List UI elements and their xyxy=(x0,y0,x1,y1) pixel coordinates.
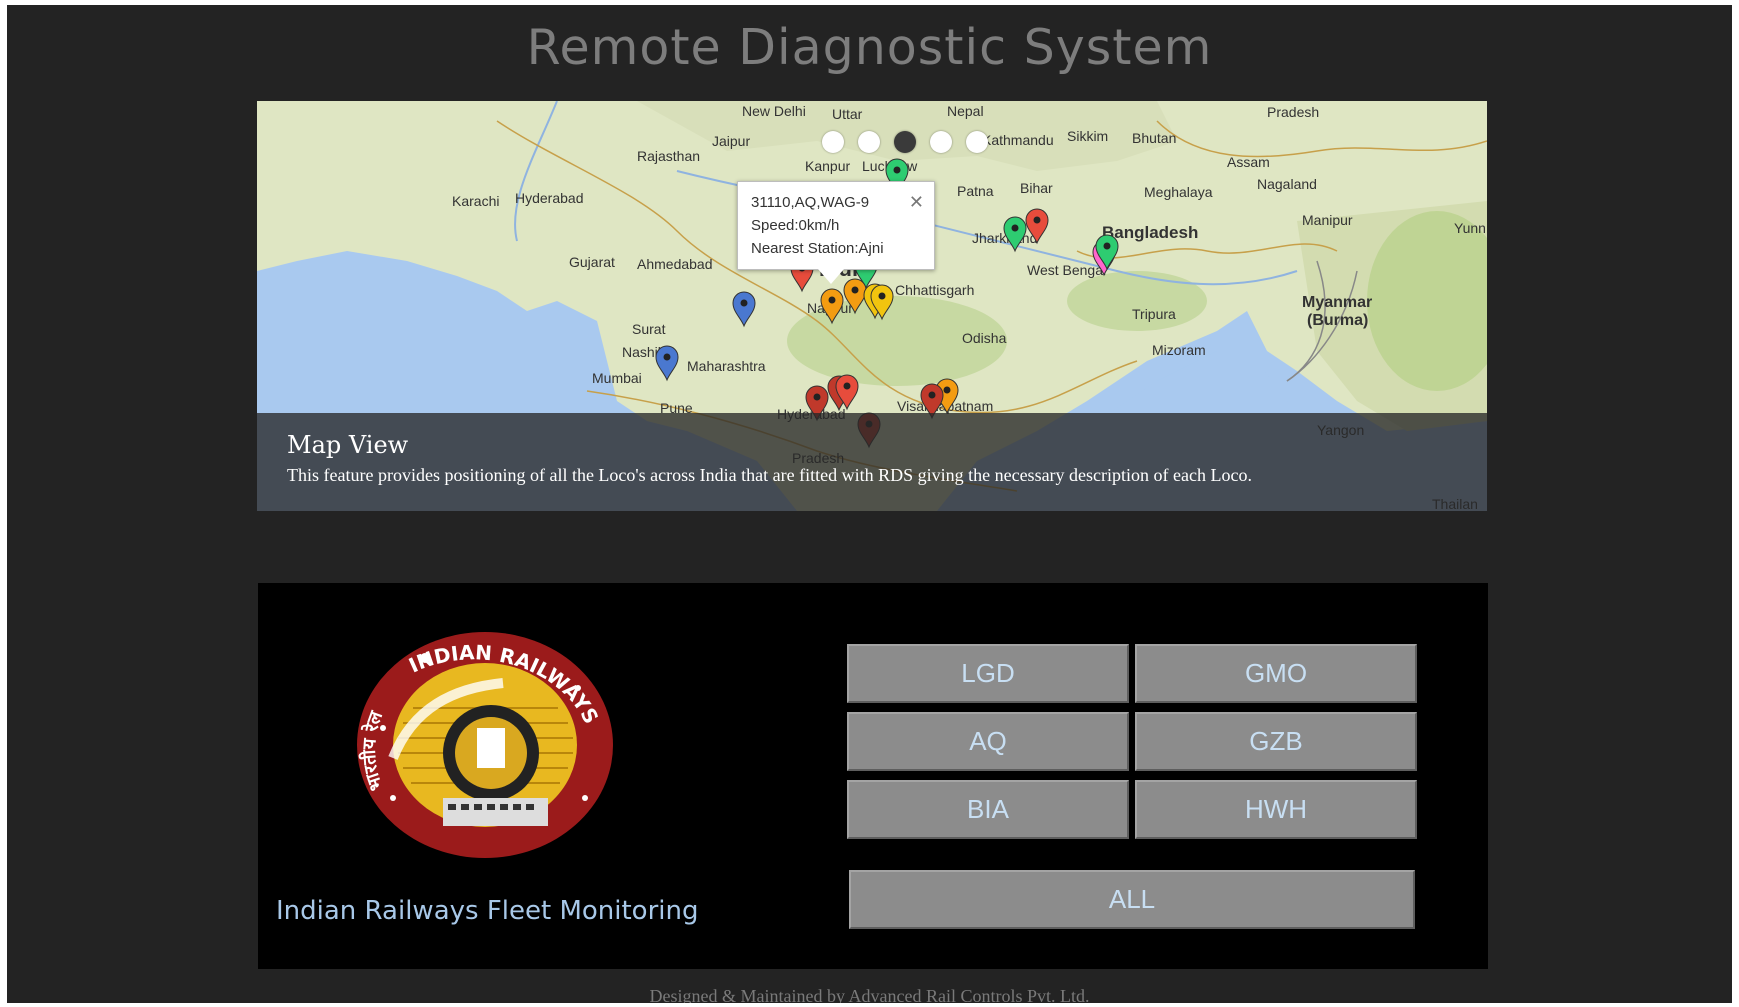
map-label: Yunn xyxy=(1454,220,1486,236)
filter-button-all[interactable]: ALL xyxy=(849,870,1415,929)
map-label: Pradesh xyxy=(1267,104,1319,120)
map-label: Meghalaya xyxy=(1144,184,1213,200)
map-label: (Burma) xyxy=(1307,312,1368,329)
map-label: Kanpur xyxy=(805,158,850,174)
footer-credit: Designed & Maintained by Advanced Rail C… xyxy=(649,986,1090,1003)
map-label: New Delhi xyxy=(742,103,806,119)
carousel-dot[interactable] xyxy=(858,131,880,153)
fleet-panel: INDIAN RAILWAYS भारतीय रेल Indian Railwa… xyxy=(258,583,1488,969)
info-loco-id: 31110,AQ,WAG-9 xyxy=(751,194,870,211)
carousel-dot[interactable] xyxy=(822,131,844,153)
map-label: Rajasthan xyxy=(637,148,700,164)
filter-button-gmo[interactable]: GMO xyxy=(1135,644,1417,703)
info-window-pointer xyxy=(818,269,844,284)
filter-button-hwh[interactable]: HWH xyxy=(1135,780,1417,839)
carousel-indicators xyxy=(822,131,988,153)
caption-title: Map View xyxy=(287,431,409,459)
map-label: Maharashtra xyxy=(687,358,766,374)
map-label: Assam xyxy=(1227,154,1270,170)
map-label: Chhattisgarh xyxy=(895,282,974,298)
map-label: Nagaland xyxy=(1257,176,1317,192)
filter-button-aq[interactable]: AQ xyxy=(847,712,1129,771)
map-label: Ahmedabad xyxy=(637,256,713,272)
map-view[interactable]: New Delhi Uttar Nepal Pradesh Jaipur Rajastha… xyxy=(257,101,1487,511)
map-label: Manipur xyxy=(1302,212,1353,228)
info-nearest-station: Nearest Station:Ajni xyxy=(751,240,884,257)
map-label: Gujarat xyxy=(569,254,615,270)
map-label: Sikkim xyxy=(1067,128,1108,144)
info-speed: Speed:0km/h xyxy=(751,217,840,234)
map-caption: Map View This feature provides positioni… xyxy=(257,413,1487,511)
filter-button-bia[interactable]: BIA xyxy=(847,780,1129,839)
map-label: Jaipur xyxy=(712,133,750,149)
filter-button-lgd[interactable]: LGD xyxy=(847,644,1129,703)
map-label: Bihar xyxy=(1020,180,1053,196)
map-label: Myanmar xyxy=(1302,294,1372,311)
page-title: Remote Diagnostic System xyxy=(526,19,1213,76)
map-label: Mumbai xyxy=(592,370,642,386)
map-label: Karachi xyxy=(452,193,499,209)
map-label: Surat xyxy=(632,321,666,337)
map-label: Odisha xyxy=(962,330,1007,346)
map-label: Hyderabad xyxy=(515,190,584,206)
carousel-dot[interactable] xyxy=(930,131,952,153)
caption-text: This feature provides positioning of all… xyxy=(287,465,1252,485)
carousel-dot[interactable] xyxy=(966,131,988,153)
loco-info-window: 31110,AQ,WAG-9 Speed:0km/h Nearest Stati… xyxy=(737,181,935,284)
map-label: Nepal xyxy=(947,103,984,119)
filter-button-gzb[interactable]: GZB xyxy=(1135,712,1417,771)
map-label: Bhutan xyxy=(1132,130,1176,146)
carousel-dot-active[interactable] xyxy=(894,131,916,153)
map-label: Patna xyxy=(957,183,994,199)
forest-patch xyxy=(1067,271,1207,331)
map-label: Uttar xyxy=(832,106,863,122)
map-label: Mizoram xyxy=(1152,342,1206,358)
map-label: West Bengal xyxy=(1027,262,1106,278)
map-label: Tripura xyxy=(1132,306,1176,322)
map-label: Kathmandu xyxy=(982,132,1054,148)
close-icon[interactable]: ✕ xyxy=(909,192,924,213)
brand-name: Indian Railways Fleet Monitoring xyxy=(276,896,699,926)
map-label: Bangladesh xyxy=(1102,223,1198,242)
app-frame: Remote Diagnostic System New Delhi Uttar… xyxy=(7,5,1732,1003)
indian-railways-logo: INDIAN RAILWAYS भारतीय रेल xyxy=(357,632,613,858)
